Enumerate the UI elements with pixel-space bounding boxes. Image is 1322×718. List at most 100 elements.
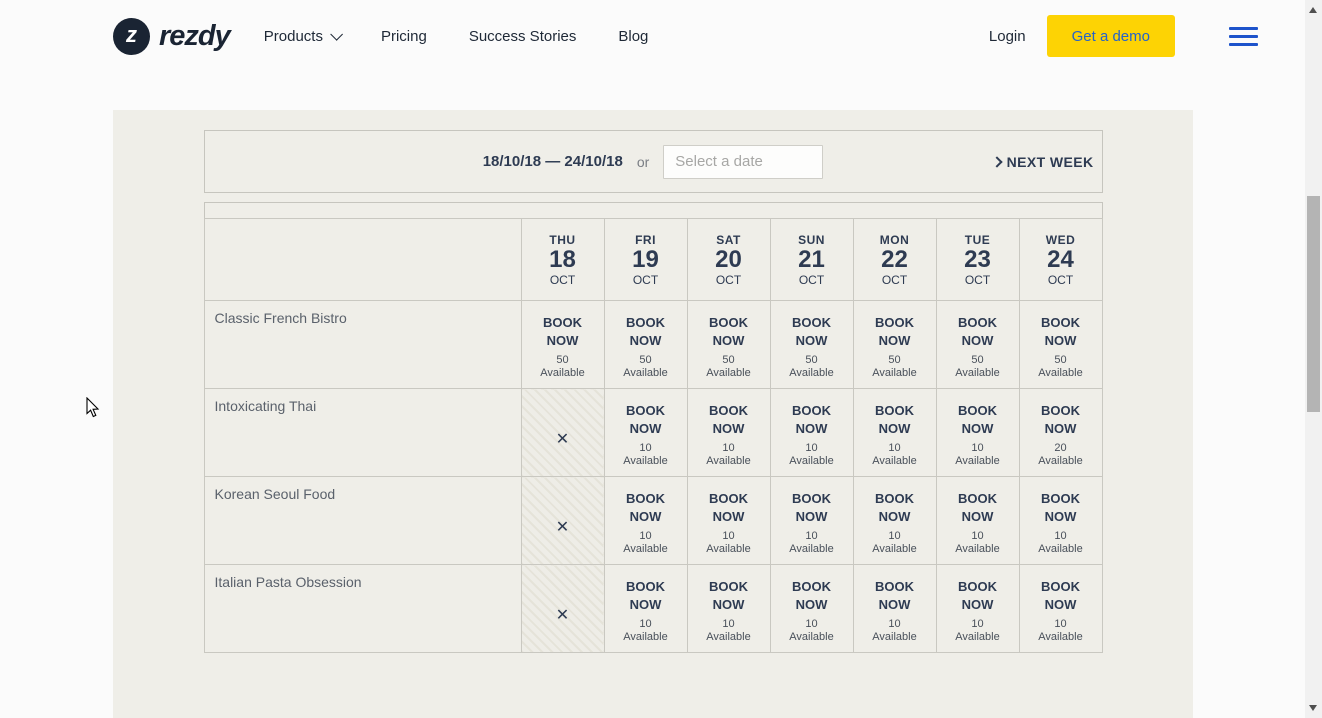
book-now-link[interactable]: BOOK NOW [872, 578, 918, 614]
book-now-link[interactable]: BOOK NOW [706, 490, 752, 526]
availability-table: THU18OCTFRI19OCTSAT20OCTSUN21OCTMON22OCT… [204, 218, 1103, 653]
book-now-link[interactable]: BOOK NOW [955, 490, 1001, 526]
book-now-link[interactable]: BOOK NOW [955, 578, 1001, 614]
rezdy-logo[interactable]: z rezdy [113, 18, 230, 55]
day-number: 23 [937, 247, 1019, 273]
availability-calendar: 18/10/18 — 24/10/18 or NEXT WEEK THU18OC… [204, 130, 1103, 653]
get-a-demo-button[interactable]: Get a demo [1047, 15, 1175, 57]
book-now-link[interactable]: BOOK NOW [706, 578, 752, 614]
book-now-link[interactable]: BOOK NOW [872, 402, 918, 438]
day-header-thu: THU18OCT [521, 219, 604, 301]
login-link[interactable]: Login [989, 28, 1026, 45]
availability-count: 10Available [1020, 618, 1102, 644]
availability-count: 10Available [771, 618, 853, 644]
availability-count: 10Available [605, 442, 687, 468]
corner-cell [204, 219, 521, 301]
availability-cell: BOOK NOW50Available [1019, 301, 1102, 389]
day-number: 18 [522, 247, 604, 273]
book-now-link[interactable]: BOOK NOW [789, 402, 835, 438]
availability-cell: BOOK NOW 10Available [936, 565, 1019, 653]
month-label: OCT [688, 273, 770, 287]
book-now-link[interactable]: BOOK NOW [540, 314, 586, 350]
nav-item-pricing[interactable]: Pricing [381, 28, 427, 45]
availability-count: 10Available [854, 530, 936, 556]
availability-cell: BOOK NOW 10Available [687, 477, 770, 565]
product-name: Italian Pasta Obsession [204, 565, 521, 653]
day-header-sun: SUN21OCT [770, 219, 853, 301]
availability-count: 10Available [605, 618, 687, 644]
product-name: Classic French Bistro [204, 301, 521, 389]
scrollbar-thumb[interactable] [1307, 196, 1320, 412]
or-label: or [637, 154, 649, 170]
unavailable-cell: ✕ [521, 477, 604, 565]
availability-count: 10Available [937, 530, 1019, 556]
month-label: OCT [522, 273, 604, 287]
book-now-link[interactable]: BOOK NOW [623, 578, 669, 614]
book-now-link[interactable]: BOOK NOW [706, 314, 752, 350]
availability-cell: BOOK NOW 10Available [770, 389, 853, 477]
availability-cell: BOOK NOW 50Available [936, 301, 1019, 389]
scroll-up-arrow-icon[interactable] [1309, 7, 1317, 13]
book-now-link[interactable]: BOOK NOW [789, 490, 835, 526]
book-now-link[interactable]: BOOK NOW [789, 314, 835, 350]
nav-item-blog[interactable]: Blog [618, 28, 648, 45]
date-controls: 18/10/18 — 24/10/18 or [483, 145, 824, 179]
availability-cell: BOOK NOW50Available [604, 301, 687, 389]
book-now-link[interactable]: BOOK NOW [872, 490, 918, 526]
day-number: 24 [1020, 247, 1102, 273]
day-of-week: FRI [605, 233, 687, 247]
availability-cell: BOOK NOW50Available [687, 301, 770, 389]
availability-count: 50Available [771, 354, 853, 380]
availability-count: 10Available [937, 618, 1019, 644]
book-now-link[interactable]: BOOK NOW [955, 402, 1001, 438]
month-label: OCT [771, 273, 853, 287]
book-now-link[interactable]: BOOK NOW [623, 490, 669, 526]
main-nav: Products Pricing Success Stories Blog [264, 28, 649, 45]
availability-count: 10Available [771, 530, 853, 556]
nav-item-products[interactable]: Products [264, 28, 339, 45]
availability-count: 10Available [854, 618, 936, 644]
book-now-link[interactable]: BOOK NOW [623, 402, 669, 438]
book-now-link[interactable]: BOOK NOW [789, 578, 835, 614]
vertical-scrollbar[interactable] [1305, 0, 1322, 718]
scroll-down-arrow-icon[interactable] [1309, 705, 1317, 711]
month-label: OCT [937, 273, 1019, 287]
book-now-link[interactable]: BOOK NOW [1038, 578, 1084, 614]
availability-cell: BOOK NOW 10Available [853, 565, 936, 653]
nav-item-success-stories[interactable]: Success Stories [469, 28, 577, 45]
unavailable-x-icon: ✕ [556, 431, 569, 448]
availability-count: 10Available [1020, 530, 1102, 556]
product-row: Korean Seoul Food✕BOOK NOW10AvailableBOO… [204, 477, 1102, 565]
availability-cell: BOOK NOW 10Available [936, 477, 1019, 565]
book-now-link[interactable]: BOOK NOW [1038, 490, 1084, 526]
chevron-down-icon [330, 28, 343, 41]
day-number: 22 [854, 247, 936, 273]
book-now-link[interactable]: BOOK NOW [872, 314, 918, 350]
day-header-mon: MON22OCT [853, 219, 936, 301]
day-of-week: SUN [771, 233, 853, 247]
nav-item-products-label: Products [264, 28, 323, 45]
book-now-link[interactable]: BOOK NOW [623, 314, 669, 350]
book-now-link[interactable]: BOOK NOW [955, 314, 1001, 350]
unavailable-cell: ✕ [521, 389, 604, 477]
day-of-week: SAT [688, 233, 770, 247]
availability-cell: BOOK NOW 10Available [1019, 565, 1102, 653]
hamburger-menu-icon[interactable] [1229, 27, 1258, 46]
book-now-link[interactable]: BOOK NOW [1038, 314, 1084, 350]
book-now-link[interactable]: BOOK NOW [1038, 402, 1084, 438]
product-row: Classic French Bistro BOOK NOW 50Available… [204, 301, 1102, 389]
day-header-tue: TUE23OCT [936, 219, 1019, 301]
availability-count: 50Available [937, 354, 1019, 380]
day-of-week: WED [1020, 233, 1102, 247]
availability-cell: BOOK NOW 10Available [853, 477, 936, 565]
day-of-week: TUE [937, 233, 1019, 247]
select-date-input[interactable] [663, 145, 823, 179]
availability-count: 10Available [771, 442, 853, 468]
mouse-cursor-icon [86, 397, 100, 418]
day-header-sat: SAT20OCT [687, 219, 770, 301]
availability-count: 10Available [688, 530, 770, 556]
availability-count: 10Available [937, 442, 1019, 468]
next-week-button[interactable]: NEXT WEEK [993, 131, 1094, 192]
availability-count: 50Available [522, 354, 604, 380]
book-now-link[interactable]: BOOK NOW [706, 402, 752, 438]
